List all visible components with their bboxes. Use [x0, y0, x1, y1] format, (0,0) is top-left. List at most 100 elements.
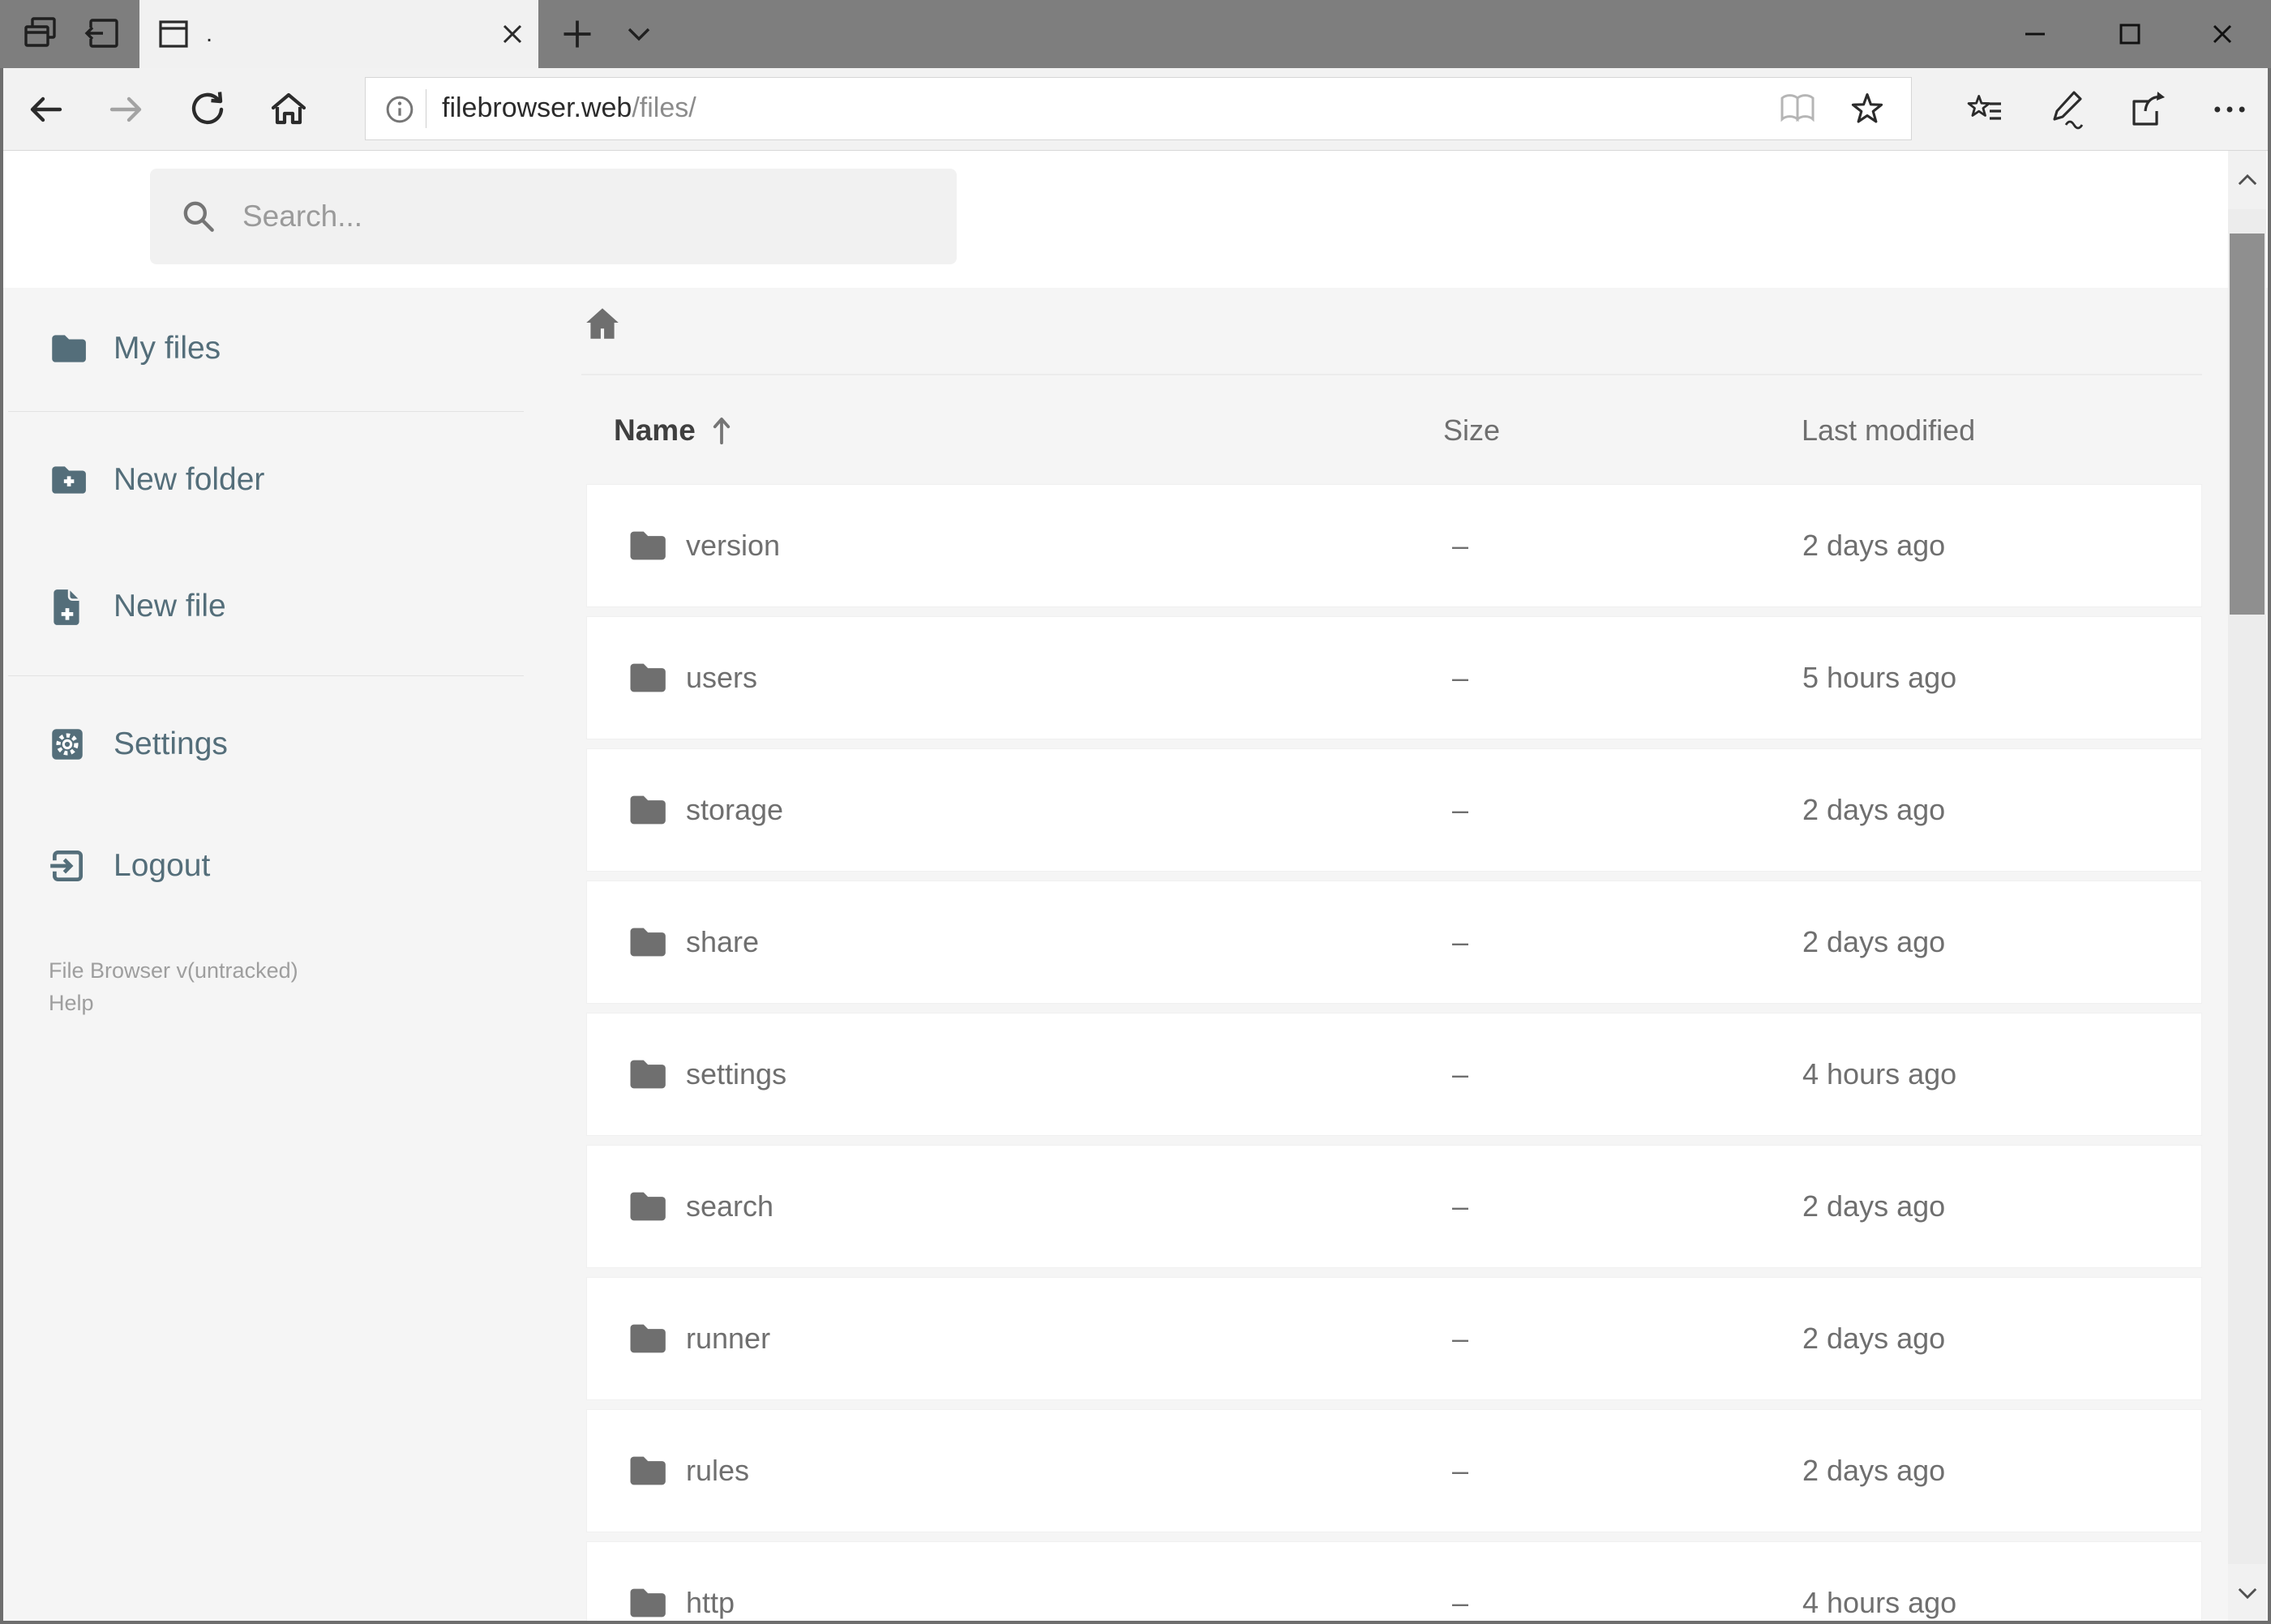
sidebar-item-label: New file [114, 589, 226, 623]
table-row[interactable]: runner – 2 days ago [586, 1277, 2202, 1400]
file-modified: 2 days ago [1802, 529, 1946, 562]
scrollbar[interactable] [2228, 151, 2266, 1622]
sidebar-divider [8, 675, 524, 676]
search-bar[interactable] [150, 169, 957, 264]
search-input[interactable] [241, 199, 957, 234]
column-header-modified[interactable]: Last modified [1802, 413, 2202, 448]
url-host: filebrowser.web [442, 92, 632, 123]
folder-icon [625, 1450, 667, 1492]
sidebar-item-my-files[interactable]: My files [0, 288, 535, 409]
home-icon[interactable] [266, 87, 311, 132]
file-listing: Name Size Last modified version – 2 days… [580, 288, 2202, 1624]
new-folder-icon [47, 460, 88, 500]
search-icon [176, 194, 221, 239]
maximize-icon[interactable] [2096, 8, 2164, 60]
window-border-left [0, 68, 3, 1624]
close-icon[interactable] [2188, 8, 2256, 60]
favorite-star-icon[interactable] [1845, 87, 1890, 132]
url-text[interactable]: filebrowser.web/files/ [442, 92, 696, 124]
more-dots-icon[interactable] [2207, 87, 2252, 132]
file-size: – [1452, 1454, 1469, 1487]
sidebar-item-label: New folder [114, 462, 265, 497]
file-size: – [1452, 1057, 1469, 1091]
divider [581, 374, 2202, 375]
file-modified: 4 hours ago [1802, 1057, 1957, 1091]
file-name: users [686, 661, 758, 694]
browser-tab[interactable]: . [139, 0, 538, 68]
file-size: – [1452, 661, 1469, 694]
annotate-pen-icon[interactable] [2043, 87, 2089, 132]
sidebar-item-settings[interactable]: Settings [0, 683, 535, 805]
file-name: storage [686, 793, 784, 826]
set-tabs-aside-icon[interactable] [78, 9, 128, 59]
table-row[interactable]: storage – 2 days ago [586, 748, 2202, 872]
file-modified: 2 days ago [1802, 1189, 1946, 1223]
tab-list-chevron-icon[interactable] [616, 11, 662, 57]
address-bar[interactable]: filebrowser.web/files/ [365, 77, 1912, 140]
file-name: rules [686, 1454, 750, 1487]
page-icon [154, 15, 193, 54]
file-modified: 4 hours ago [1802, 1586, 1957, 1619]
tab-preview-icon[interactable] [16, 9, 66, 59]
file-size: – [1452, 1322, 1469, 1355]
sidebar-item-new-folder[interactable]: New folder [0, 419, 535, 541]
file-name: share [686, 925, 760, 958]
sidebar-item-label: Logout [114, 848, 211, 883]
folder-icon [625, 657, 667, 699]
refresh-icon[interactable] [185, 87, 230, 132]
help-link[interactable]: Help [49, 987, 94, 1019]
table-row[interactable]: rules – 2 days ago [586, 1409, 2202, 1532]
table-row[interactable]: search – 2 days ago [586, 1145, 2202, 1268]
table-row[interactable]: settings – 4 hours ago [586, 1013, 2202, 1136]
folder-icon [625, 1582, 667, 1624]
breadcrumb-home-icon[interactable] [581, 302, 623, 345]
table-row[interactable]: users – 5 hours ago [586, 616, 2202, 739]
file-modified: 5 hours ago [1802, 661, 1957, 694]
folder-icon [625, 789, 667, 831]
window-border-bottom [0, 1621, 2271, 1624]
sidebar-item-logout[interactable]: Logout [0, 805, 535, 927]
reading-view-icon[interactable] [1775, 87, 1820, 132]
sidebar-item-label: My files [114, 331, 221, 366]
column-header-name[interactable]: Name [580, 413, 1443, 448]
new-tab-plus-icon[interactable] [555, 11, 600, 57]
url-path: /files/ [632, 92, 696, 123]
sort-ascending-icon [712, 414, 731, 447]
folder-icon [625, 1318, 667, 1360]
minimize-icon[interactable] [2001, 8, 2069, 60]
column-header-size[interactable]: Size [1443, 413, 1802, 448]
file-name: http [686, 1586, 735, 1619]
content: My files New folder New file Settings Lo… [0, 288, 2271, 1624]
forward-icon[interactable] [104, 87, 149, 132]
column-label: Name [614, 413, 696, 447]
file-size: – [1452, 1189, 1469, 1223]
table-row[interactable]: share – 2 days ago [586, 881, 2202, 1004]
chevron-down-icon[interactable] [2228, 1564, 2266, 1622]
share-icon[interactable] [2124, 87, 2170, 132]
file-modified: 2 days ago [1802, 1322, 1946, 1355]
column-headers: Name Size Last modified [580, 398, 2202, 463]
file-size: – [1452, 1586, 1469, 1619]
file-size: – [1452, 793, 1469, 826]
info-icon[interactable] [380, 90, 419, 129]
file-modified: 2 days ago [1802, 925, 1946, 958]
sidebar-item-label: Settings [114, 726, 228, 761]
table-row[interactable]: version – 2 days ago [586, 484, 2202, 607]
sidebar-item-new-file[interactable]: New file [0, 546, 535, 667]
close-tab-icon[interactable] [486, 0, 538, 68]
file-modified: 2 days ago [1802, 1454, 1946, 1487]
tab-title: . [206, 20, 213, 47]
folder-icon [625, 1185, 667, 1228]
settings-icon [47, 724, 88, 765]
table-row[interactable]: http – 4 hours ago [586, 1541, 2202, 1624]
file-size: – [1452, 529, 1469, 562]
file-name: search [686, 1189, 774, 1223]
version-text: File Browser v(untracked) [49, 958, 298, 983]
chevron-up-icon[interactable] [2228, 151, 2266, 209]
file-size: – [1452, 925, 1469, 958]
back-icon[interactable] [23, 87, 68, 132]
hub-favorites-icon[interactable] [1962, 87, 2007, 132]
navbar: filebrowser.web/files/ [0, 68, 2271, 151]
scrollbar-thumb[interactable] [2230, 234, 2265, 615]
file-modified: 2 days ago [1802, 793, 1946, 826]
